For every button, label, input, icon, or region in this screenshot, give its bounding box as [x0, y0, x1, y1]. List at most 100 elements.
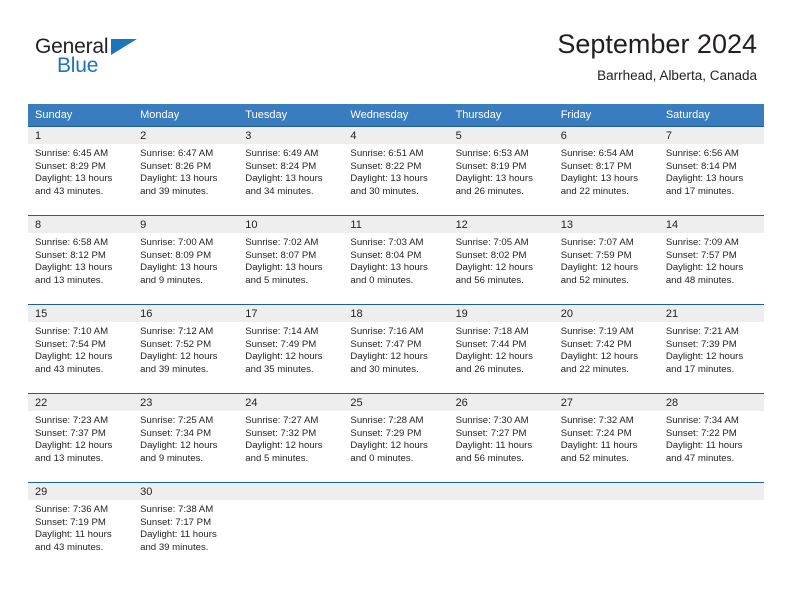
daylight-text-line1: Daylight: 13 hours [35, 262, 113, 274]
calendar-day-cell[interactable]: 25 Sunrise: 7:28 AM Sunset: 7:29 PM Dayligh… [343, 393, 449, 482]
sunrise-text: Sunrise: 7:03 AM [350, 237, 424, 248]
day-number: 30 [133, 483, 239, 500]
day-cell-inner: 28 Sunrise: 7:34 AM Sunset: 7:22 PM Dayligh… [658, 393, 764, 482]
daylight-text-line2: and 30 minutes. [350, 185, 419, 197]
day-number: 29 [28, 483, 134, 500]
day-detail-block: Sunrise: 7:27 AM Sunset: 7:32 PM Daylight:… [238, 411, 343, 465]
calendar-day-cell[interactable]: 12 Sunrise: 7:05 AM Sunset: 8:02 PM Dayligh… [448, 215, 554, 304]
day-detail-block: Sunrise: 7:34 AM Sunset: 7:22 PM Daylight:… [659, 411, 764, 465]
calendar-day-cell[interactable]: 28 Sunrise: 7:34 AM Sunset: 7:22 PM Dayligh… [658, 393, 764, 482]
day-detail-block: Sunrise: 6:47 AM Sunset: 8:26 PM Daylight:… [133, 144, 238, 198]
sunset-text: Sunset: 8:19 PM [455, 160, 527, 172]
day-number: 3 [238, 127, 344, 144]
calendar-day-cell[interactable]: 19 Sunrise: 7:18 AM Sunset: 7:44 PM Dayligh… [448, 304, 554, 393]
daylight-text-line1: Daylight: 12 hours [665, 351, 744, 363]
sunset-text: Sunset: 7:37 PM [35, 427, 106, 439]
day-cell-inner: 6 Sunrise: 6:54 AM Sunset: 8:17 PM Daylight… [553, 126, 659, 215]
weekday-header-saturday: Saturday [658, 104, 764, 126]
calendar-day-cell[interactable]: 23 Sunrise: 7:25 AM Sunset: 7:34 PM Dayligh… [133, 393, 239, 482]
weekday-header-friday: Friday [553, 104, 659, 126]
day-cell-inner: 25 Sunrise: 7:28 AM Sunset: 7:29 PM Dayligh… [343, 393, 449, 482]
daylight-text-line1: Daylight: 13 hours [140, 173, 218, 185]
day-detail-block: Sunrise: 7:07 AM Sunset: 7:59 PM Daylight:… [554, 233, 659, 287]
calendar-day-cell[interactable]: 17 Sunrise: 7:14 AM Sunset: 7:49 PM Dayligh… [238, 304, 344, 393]
daylight-text-line2: and 9 minutes. [140, 274, 204, 286]
day-cell-inner: 3 Sunrise: 6:49 AM Sunset: 8:24 PM Daylight… [238, 126, 344, 215]
day-cell-inner: 2 Sunrise: 6:47 AM Sunset: 8:26 PM Daylight… [133, 126, 239, 215]
sunrise-text: Sunrise: 6:47 AM [140, 148, 214, 159]
sunrise-text: Sunrise: 7:23 AM [35, 415, 109, 426]
day-number: 24 [238, 394, 344, 411]
calendar-day-cell[interactable]: 16 Sunrise: 7:12 AM Sunset: 7:52 PM Dayligh… [133, 304, 239, 393]
calendar-day-cell[interactable]: 22 Sunrise: 7:23 AM Sunset: 7:37 PM Dayligh… [28, 393, 134, 482]
calendar-day-cell[interactable]: 1 Sunrise: 6:45 AM Sunset: 8:29 PM Daylight… [28, 126, 134, 215]
sunrise-text: Sunrise: 7:18 AM [455, 326, 529, 337]
calendar-day-cell[interactable]: 4 Sunrise: 6:51 AM Sunset: 8:22 PM Daylight… [343, 126, 449, 215]
sunrise-text: Sunrise: 7:34 AM [665, 415, 739, 426]
sunrise-text: Sunrise: 6:45 AM [35, 148, 109, 159]
day-cell-inner: 24 Sunrise: 7:27 AM Sunset: 7:32 PM Dayligh… [238, 393, 344, 482]
day-cell-inner: 10 Sunrise: 7:02 AM Sunset: 8:07 PM Dayligh… [238, 215, 344, 304]
daylight-text-line1: Daylight: 12 hours [35, 440, 113, 452]
calendar-day-cell[interactable]: 26 Sunrise: 7:30 AM Sunset: 7:27 PM Dayligh… [448, 393, 554, 482]
calendar-day-cell[interactable]: 5 Sunrise: 6:53 AM Sunset: 8:19 PM Daylight… [448, 126, 554, 215]
calendar-day-cell[interactable]: 14 Sunrise: 7:09 AM Sunset: 7:57 PM Dayligh… [658, 215, 764, 304]
sunset-text: Sunset: 8:09 PM [140, 249, 212, 261]
sunrise-text: Sunrise: 7:12 AM [140, 326, 214, 337]
daylight-text-line1: Daylight: 13 hours [245, 173, 323, 185]
calendar-day-cell[interactable]: 27 Sunrise: 7:32 AM Sunset: 7:24 PM Dayligh… [553, 393, 659, 482]
calendar-day-cell[interactable]: 9 Sunrise: 7:00 AM Sunset: 8:09 PM Daylight… [133, 215, 239, 304]
daylight-text-line2: and 5 minutes. [245, 452, 309, 464]
day-detail-block: Sunrise: 7:05 AM Sunset: 8:02 PM Daylight:… [449, 233, 554, 287]
calendar-day-cell[interactable]: 13 Sunrise: 7:07 AM Sunset: 7:59 PM Dayligh… [553, 215, 659, 304]
calendar-day-cell[interactable]: 3 Sunrise: 6:49 AM Sunset: 8:24 PM Daylight… [238, 126, 344, 215]
weekday-header-monday: Monday [133, 104, 239, 126]
day-cell-inner: 16 Sunrise: 7:12 AM Sunset: 7:52 PM Dayligh… [133, 304, 239, 393]
calendar-day-cell[interactable]: 30 Sunrise: 7:38 AM Sunset: 7:17 PM Dayligh… [133, 482, 239, 571]
sunset-text: Sunset: 8:14 PM [665, 160, 737, 172]
day-detail-block: Sunrise: 7:03 AM Sunset: 8:04 PM Daylight:… [343, 233, 448, 287]
sunset-text: Sunset: 8:26 PM [140, 160, 212, 172]
calendar-day-cell[interactable]: 21 Sunrise: 7:21 AM Sunset: 7:39 PM Dayligh… [658, 304, 764, 393]
day-cell-inner: 7 Sunrise: 6:56 AM Sunset: 8:14 PM Daylight… [658, 126, 764, 215]
calendar-day-cell[interactable]: 15 Sunrise: 7:10 AM Sunset: 7:54 PM Dayligh… [28, 304, 134, 393]
calendar-day-cell[interactable]: 20 Sunrise: 7:19 AM Sunset: 7:42 PM Dayligh… [553, 304, 659, 393]
calendar-day-cell[interactable]: 24 Sunrise: 7:27 AM Sunset: 7:32 PM Dayligh… [238, 393, 344, 482]
day-number: 10 [238, 216, 344, 233]
daylight-text-line1: Daylight: 13 hours [35, 173, 113, 185]
day-detail-block: Sunrise: 6:54 AM Sunset: 8:17 PM Daylight:… [554, 144, 659, 198]
day-number: 18 [343, 305, 449, 322]
calendar-day-cell[interactable]: 6 Sunrise: 6:54 AM Sunset: 8:17 PM Daylight… [553, 126, 659, 215]
day-cell-inner: 8 Sunrise: 6:58 AM Sunset: 8:12 PM Daylight… [28, 215, 134, 304]
sunset-text: Sunset: 7:57 PM [665, 249, 737, 261]
sunset-text: Sunset: 7:49 PM [245, 338, 317, 350]
day-cell-inner [343, 482, 449, 571]
calendar-day-cell[interactable]: 10 Sunrise: 7:02 AM Sunset: 8:07 PM Dayligh… [238, 215, 344, 304]
daylight-text-line2: and 22 minutes. [560, 363, 629, 375]
calendar-day-cell[interactable]: 11 Sunrise: 7:03 AM Sunset: 8:04 PM Dayligh… [343, 215, 449, 304]
title-block: September 2024 Barrhead, Alberta, Canada [557, 28, 757, 86]
calendar-day-cell[interactable]: 8 Sunrise: 6:58 AM Sunset: 8:12 PM Daylight… [28, 215, 134, 304]
weekday-header-thursday: Thursday [448, 104, 554, 126]
calendar-week-row: 29 Sunrise: 7:36 AM Sunset: 7:19 PM Dayligh… [28, 482, 764, 571]
daylight-text-line2: and 52 minutes. [560, 274, 629, 286]
day-detail-block: Sunrise: 6:58 AM Sunset: 8:12 PM Daylight:… [28, 233, 133, 287]
sunrise-text: Sunrise: 7:10 AM [35, 326, 109, 337]
daylight-text-line2: and 0 minutes. [350, 274, 414, 286]
sunrise-text: Sunrise: 6:53 AM [455, 148, 529, 159]
calendar-week-row: 8 Sunrise: 6:58 AM Sunset: 8:12 PM Daylight… [28, 215, 764, 304]
calendar-header-row: Sunday Monday Tuesday Wednesday Thursday Frid… [28, 104, 764, 126]
calendar-day-cell[interactable]: 2 Sunrise: 6:47 AM Sunset: 8:26 PM Daylight… [133, 126, 239, 215]
daylight-text-line2: and 39 minutes. [140, 185, 209, 197]
daylight-text-line1: Daylight: 12 hours [140, 440, 218, 452]
calendar-day-cell[interactable]: 29 Sunrise: 7:36 AM Sunset: 7:19 PM Dayligh… [28, 482, 134, 571]
calendar-week-row: 1 Sunrise: 6:45 AM Sunset: 8:29 PM Daylight… [28, 126, 764, 215]
calendar-day-cell[interactable]: 18 Sunrise: 7:16 AM Sunset: 7:47 PM Dayligh… [343, 304, 449, 393]
calendar-day-cell[interactable]: 7 Sunrise: 6:56 AM Sunset: 8:14 PM Daylight… [658, 126, 764, 215]
sunset-text: Sunset: 7:44 PM [455, 338, 527, 350]
day-cell-inner: 19 Sunrise: 7:18 AM Sunset: 7:44 PM Dayligh… [448, 304, 554, 393]
daylight-text-line1: Daylight: 12 hours [560, 262, 639, 274]
brand-logo[interactable]: General Blue [35, 36, 235, 84]
daylight-text-line2: and 43 minutes. [35, 185, 104, 197]
day-cell-inner: 27 Sunrise: 7:32 AM Sunset: 7:24 PM Dayligh… [553, 393, 659, 482]
